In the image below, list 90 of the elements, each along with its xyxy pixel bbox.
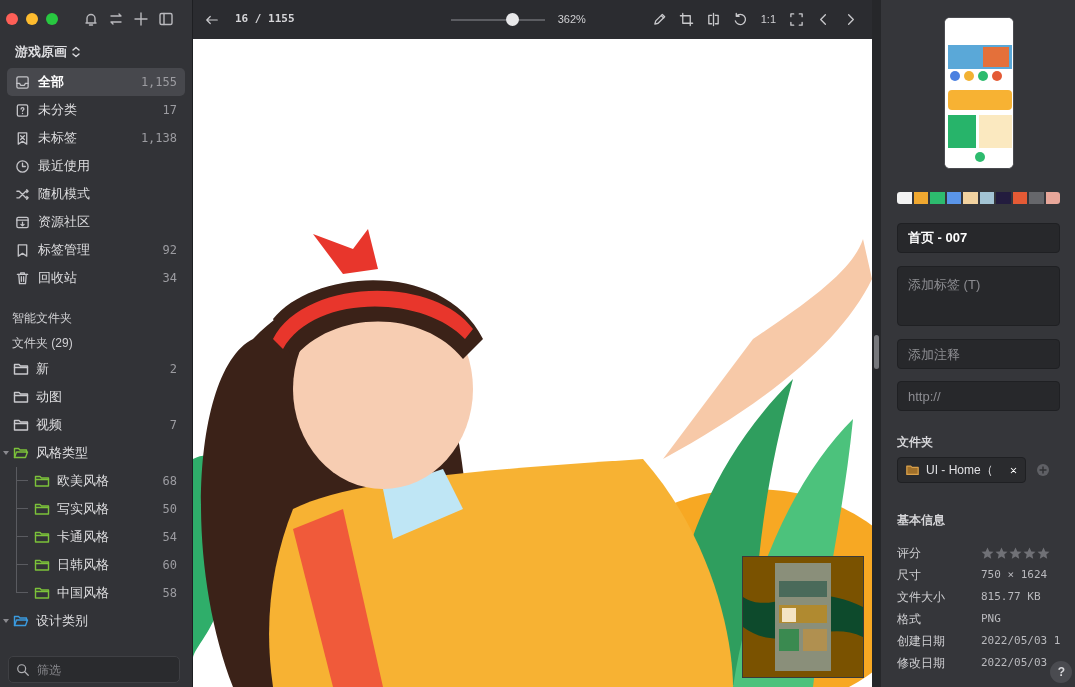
scrollbar-thumb[interactable] [874,335,879,369]
info-value: 750 × 1624 [981,566,1048,583]
sidebar-item[interactable]: 最近使用 [7,152,185,180]
bookmark-icon [15,242,30,258]
star-icon [1023,546,1036,560]
filter-field[interactable]: 筛选 [8,656,180,683]
download-box-icon [15,214,30,230]
star-rating[interactable] [981,546,1050,560]
swap-icon[interactable] [108,11,124,27]
sidebar-item[interactable]: 资源社区 [7,208,185,236]
color-swatch[interactable] [996,192,1011,204]
image-counter: 16 / 1155 [235,11,295,28]
color-swatch[interactable] [979,192,995,204]
zoom-reading: 362% [557,12,587,28]
crop-icon[interactable] [678,12,694,27]
color-swatch[interactable] [1012,192,1028,204]
bookmark-x-icon [15,130,30,146]
color-swatch[interactable] [897,192,912,204]
zoom-button[interactable] [46,13,58,25]
star-icon [995,546,1008,560]
rotate-icon[interactable] [732,12,748,27]
star-icon [1037,546,1050,560]
clock-icon [15,158,30,174]
sidebar-item[interactable]: 标签管理 92 [7,236,185,264]
zoom-slider-thumb[interactable] [505,12,519,26]
sidebar-item[interactable]: 全部 1,155 [7,68,185,96]
folder-item[interactable]: 风格类型 [7,439,185,467]
folder-item[interactable]: 设计类别 [7,607,185,635]
color-swatch[interactable] [913,192,929,204]
flip-icon[interactable] [705,12,721,27]
folder-icon [12,361,30,377]
name-field[interactable]: 首页 - 007 [897,223,1061,253]
info-label: 尺寸 [897,567,922,584]
info-value: 815.77 KB [981,588,1041,605]
info-value: PNG [981,610,1001,627]
folder-icon [12,389,30,405]
chevron-up-down-icon [71,46,81,58]
folder-chip[interactable]: UI - Home（ [897,457,1026,483]
section-heading: 文件夹 [897,434,934,451]
color-swatch[interactable] [1045,192,1061,204]
sidebar-item[interactable]: 未分类 17 [7,96,185,124]
section-heading: 智能文件夹 [11,310,73,327]
question-icon [15,102,30,118]
fullscreen-icon[interactable] [789,12,804,27]
trash-icon [15,270,30,286]
color-swatch[interactable] [946,192,962,204]
sidebar-toggle-icon[interactable] [158,11,174,27]
info-label: 创建日期 [897,633,946,650]
color-swatch[interactable] [930,192,945,204]
library-switcher[interactable]: 游戏原画 [0,38,192,66]
shuffle-icon [15,186,30,202]
actual-size-button[interactable]: 1:1 [759,11,777,28]
tags-field[interactable]: 添加标签 (T) [897,266,1061,326]
url-field[interactable]: http:// [897,381,1061,411]
folder-item[interactable]: 动图 [7,383,185,411]
info-value: 2022/05/03 1 [981,632,1061,649]
help-button[interactable]: ? [1050,661,1073,683]
folder-icon [12,417,30,433]
info-value: 2022/05/03 [981,654,1048,671]
note-field[interactable]: 添加注释 [897,339,1061,369]
info-label: 格式 [897,611,922,628]
folder-item[interactable]: 欧美风格 68 [7,467,185,495]
close-icon[interactable] [1009,465,1018,475]
section-heading: 基本信息 [897,512,946,529]
folder-item[interactable]: 日韩风格 60 [7,551,185,579]
color-swatch[interactable] [963,192,978,204]
folder-item[interactable]: 卡通风格 54 [7,523,185,551]
minimize-button[interactable] [26,13,38,25]
folder-icon [905,463,920,477]
folder-item[interactable]: 新 2 [7,355,185,383]
folder-item[interactable]: 视频 7 [7,411,185,439]
section-heading: 文件夹 (29) [11,335,74,352]
sidebar-item[interactable]: 随机模式 [7,180,185,208]
star-icon [1009,546,1022,560]
caret-down-icon[interactable] [2,617,10,625]
sidebar-item[interactable]: 未标签 1,138 [7,124,185,152]
inbox-icon [15,74,30,90]
caret-down-icon[interactable] [2,449,10,457]
bell-icon[interactable] [83,11,99,27]
plus-icon[interactable] [133,11,149,27]
folder-item[interactable]: 中国风格 58 [7,579,185,607]
info-label: 评分 [897,545,922,562]
info-label: 修改日期 [897,655,946,672]
close-button[interactable] [6,13,18,25]
pencil-icon[interactable] [651,12,667,27]
sidebar-item[interactable]: 回收站 34 [7,264,185,292]
star-icon [981,546,994,560]
color-swatch[interactable] [1029,192,1044,204]
info-label: 文件大小 [897,589,946,606]
folder-item[interactable]: 写实风格 50 [7,495,185,523]
